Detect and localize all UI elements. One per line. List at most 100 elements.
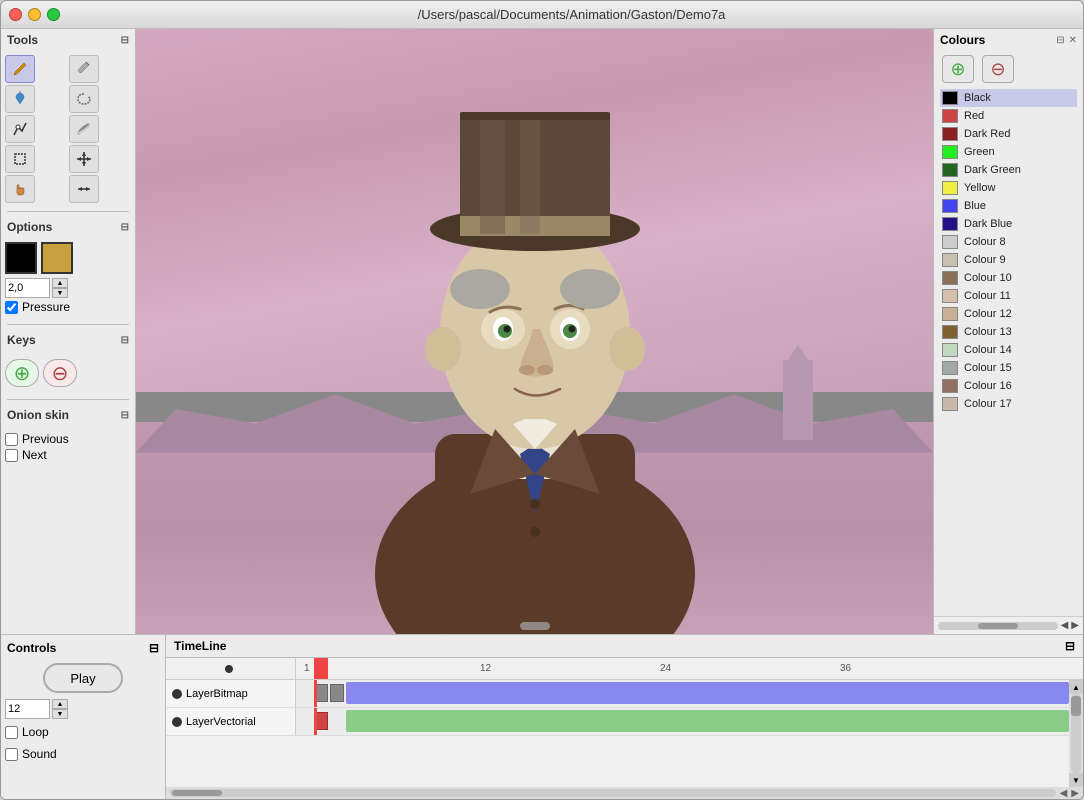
colour-item-12[interactable]: Colour 12: [940, 305, 1077, 323]
close-button[interactable]: [9, 8, 22, 21]
background-color[interactable]: [41, 242, 73, 274]
v-scroll-down[interactable]: ▼: [1069, 773, 1083, 787]
tool-lasso[interactable]: [69, 85, 99, 113]
foreground-color[interactable]: [5, 242, 37, 274]
h-scrollbar-thumb[interactable]: [172, 790, 222, 796]
colour-item-dark-green[interactable]: Dark Green: [940, 161, 1077, 179]
timeline-layers-container: LayerBitmap: [166, 680, 1069, 787]
playhead-top: [314, 658, 328, 679]
frame-spin-down[interactable]: ▼: [52, 709, 68, 719]
colour-item-15[interactable]: Colour 15: [940, 359, 1077, 377]
tool-selection[interactable]: [5, 145, 35, 173]
controls-pin[interactable]: ⊟: [149, 641, 159, 655]
colour-name-11: Colour 11: [964, 290, 1011, 302]
timeline-header: TimeLine ⊟: [166, 635, 1083, 658]
canvas-viewport[interactable]: [136, 29, 933, 634]
colour-item-17[interactable]: Colour 17: [940, 395, 1077, 413]
colour-item-blue[interactable]: Blue: [940, 197, 1077, 215]
options-label: Options: [7, 220, 52, 234]
canvas-area: [136, 29, 933, 634]
titlebar: /Users/pascal/Documents/Animation/Gaston…: [1, 1, 1083, 29]
colour-item-green[interactable]: Green: [940, 143, 1077, 161]
canvas-scroll-handle[interactable]: [520, 622, 550, 630]
tool-brush[interactable]: [69, 55, 99, 83]
frame-number-input[interactable]: 12: [5, 699, 50, 719]
ruler-mark-1: 1: [304, 663, 310, 674]
timeline-ruler-label-area: [166, 658, 296, 679]
colour-item-14[interactable]: Colour 14: [940, 341, 1077, 359]
colour-item-red[interactable]: Red: [940, 107, 1077, 125]
colour-name-12: Colour 12: [964, 308, 1012, 320]
tools-header: Tools ⊟: [1, 29, 135, 51]
h-scroll-right[interactable]: ▶: [1071, 788, 1079, 799]
keys-panel: ⊕ ⊖: [1, 351, 135, 395]
timeline-v-scrollbar: ▲ ▼: [1069, 680, 1083, 787]
colour-name-10: Colour 10: [964, 272, 1012, 284]
colour-item-black[interactable]: Black: [940, 89, 1077, 107]
vectorial-track-bar: [346, 710, 1069, 732]
timeline-pin[interactable]: ⊟: [1065, 639, 1075, 653]
tool-dropper[interactable]: [5, 85, 35, 113]
colour-item-8[interactable]: Colour 8: [940, 233, 1077, 251]
colour-name-17: Colour 17: [964, 398, 1012, 410]
colour-item-9[interactable]: Colour 9: [940, 251, 1077, 269]
colours-close[interactable]: ✕: [1069, 35, 1077, 46]
keys-pin[interactable]: ⊟: [121, 335, 129, 346]
remove-key-button[interactable]: ⊖: [43, 359, 77, 387]
colour-swatch-17: [942, 397, 958, 411]
pressure-checkbox[interactable]: [5, 301, 18, 314]
colour-name-dark-blue: Dark Blue: [964, 218, 1012, 230]
playhead-line-vectorial: [314, 708, 317, 735]
play-button[interactable]: Play: [43, 663, 123, 693]
colour-remove-button[interactable]: ⊖: [982, 55, 1014, 83]
spin-up[interactable]: ▲: [52, 278, 68, 288]
brush-size-input[interactable]: 2,0: [5, 278, 50, 298]
h-scroll-left[interactable]: ◀: [1060, 788, 1068, 799]
colour-swatch-16: [942, 379, 958, 393]
spin-down[interactable]: ▼: [52, 288, 68, 298]
colour-scroll-left[interactable]: ◀: [1061, 620, 1069, 631]
tool-move[interactable]: [69, 145, 99, 173]
add-key-button[interactable]: ⊕: [5, 359, 39, 387]
colour-item-11[interactable]: Colour 11: [940, 287, 1077, 305]
tool-pan[interactable]: [69, 175, 99, 203]
tool-pencil[interactable]: [5, 55, 35, 83]
colour-add-button[interactable]: ⊕: [942, 55, 974, 83]
maximize-button[interactable]: [47, 8, 60, 21]
colour-item-10[interactable]: Colour 10: [940, 269, 1077, 287]
divider-3: [7, 399, 129, 400]
layer-vectorial-track[interactable]: [296, 708, 1069, 735]
colour-item-16[interactable]: Colour 16: [940, 377, 1077, 395]
loop-checkbox[interactable]: [5, 726, 18, 739]
colour-item-dark-blue[interactable]: Dark Blue: [940, 215, 1077, 233]
tools-label: Tools: [7, 33, 38, 47]
h-scrollbar-track: [170, 789, 1056, 797]
colours-pin[interactable]: ⊟: [1056, 35, 1064, 46]
next-checkbox[interactable]: [5, 449, 18, 462]
tools-pin[interactable]: ⊟: [121, 35, 129, 46]
colour-scroll-right[interactable]: ▶: [1071, 620, 1079, 631]
onion-skin-pin[interactable]: ⊟: [121, 410, 129, 421]
colour-item-13[interactable]: Colour 13: [940, 323, 1077, 341]
v-scrollbar-thumb[interactable]: [1071, 696, 1081, 716]
left-sidebar: Tools ⊟: [1, 29, 136, 634]
minimize-button[interactable]: [28, 8, 41, 21]
colour-item-yellow[interactable]: Yellow: [940, 179, 1077, 197]
colour-h-scrollbar[interactable]: [938, 622, 1058, 630]
timeline-ruler-area: 1 12 24 36: [166, 658, 1083, 680]
colour-swatch-13: [942, 325, 958, 339]
colour-swatch-dark-green: [942, 163, 958, 177]
tool-pen[interactable]: [5, 115, 35, 143]
sound-checkbox[interactable]: [5, 748, 18, 761]
tool-smudge[interactable]: [69, 115, 99, 143]
colour-name-8: Colour 8: [964, 236, 1006, 248]
options-pin[interactable]: ⊟: [121, 222, 129, 233]
v-scroll-up[interactable]: ▲: [1069, 680, 1083, 694]
frame-spin-up[interactable]: ▲: [52, 699, 68, 709]
colour-item-dark-red[interactable]: Dark Red: [940, 125, 1077, 143]
layer-bitmap-track[interactable]: [296, 680, 1069, 707]
previous-checkbox[interactable]: [5, 433, 18, 446]
tool-hand[interactable]: [5, 175, 35, 203]
colour-swatch-black: [942, 91, 958, 105]
character-gaston: [305, 54, 765, 634]
